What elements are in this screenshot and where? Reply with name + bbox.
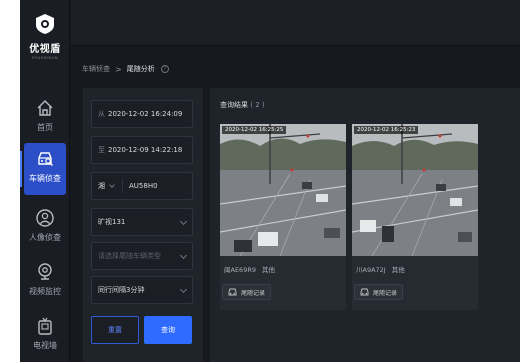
person-search-icon xyxy=(36,209,54,227)
start-time-field[interactable]: 从 2020-12-02 16:24:09 xyxy=(91,100,193,128)
interval-select[interactable]: 同行间隔3分钟 xyxy=(91,276,193,304)
breadcrumb: 车辆侦查 > 尾随分析 ? xyxy=(82,64,169,74)
plate-info: 川A9A72J 其他 xyxy=(356,264,405,274)
app-frame: 优视盾 YOUSHIDUN 首页 车辆侦查 人像侦查 视频监控 电视墙 车辆侦查… xyxy=(20,0,520,362)
traffic-snapshot-image[interactable] xyxy=(352,124,478,256)
plate-number: 闽AE69R9 xyxy=(224,266,256,274)
breadcrumb-separator: > xyxy=(115,64,122,74)
nav-item-person-search[interactable]: 人像侦查 xyxy=(20,202,70,254)
query-button[interactable]: 查询 xyxy=(144,316,192,344)
breadcrumb-current: 尾随分析 xyxy=(126,65,155,73)
plate-info: 闽AE69R9 其他 xyxy=(224,264,275,274)
filter-panel: 从 2020-12-02 16:24:09 至 2020-12-09 14:22… xyxy=(83,88,203,362)
sidebar: 优视盾 YOUSHIDUN 首页 车辆侦查 人像侦查 视频监控 电视墙 xyxy=(20,0,70,362)
chevron-down-icon xyxy=(109,182,115,188)
car-icon xyxy=(360,288,369,296)
results-header: 查询结果 ( 2 ) xyxy=(220,100,265,110)
interval-select-value: 同行间隔3分钟 xyxy=(98,286,145,294)
nav-item-label: 电视墙 xyxy=(33,341,57,350)
nav-item-label: 车辆侦查 xyxy=(29,174,61,183)
results-count: ( 2 ) xyxy=(250,101,265,109)
tailing-record-button[interactable]: 尾随记录 xyxy=(354,284,404,300)
divider xyxy=(122,179,123,193)
reset-button[interactable]: 重置 xyxy=(91,316,139,344)
camera-icon xyxy=(38,263,52,280)
results-title: 查询结果 xyxy=(220,101,248,109)
home-icon xyxy=(37,100,53,116)
end-time-field[interactable]: 至 2020-12-09 14:22:18 xyxy=(91,136,193,164)
tailing-record-label: 尾随记录 xyxy=(241,289,266,297)
chevron-down-icon xyxy=(179,285,188,294)
nav-item-video-monitor[interactable]: 视频监控 xyxy=(20,256,70,308)
app-name: 优视盾 xyxy=(29,44,61,55)
breadcrumb-parent[interactable]: 车辆侦查 xyxy=(82,64,110,74)
plate-field[interactable]: 湘 AU58H0 xyxy=(91,172,193,200)
nav-item-vehicle-search[interactable]: 车辆侦查 xyxy=(20,143,66,195)
traffic-snapshot-image[interactable] xyxy=(220,124,346,256)
camera-select-value: 旷视131 xyxy=(98,218,126,226)
plate-number-value: AU58H0 xyxy=(129,182,158,190)
camera-select[interactable]: 旷视131 xyxy=(91,208,193,236)
shield-logo-icon xyxy=(36,14,54,34)
nav-item-label: 首页 xyxy=(37,123,53,132)
results-panel: 查询结果 ( 2 ) 2020-12-02 16:25:25 闽AE69R9 其… xyxy=(210,88,520,362)
vehicle-type-placeholder: 请选择尾随车辆类型 xyxy=(98,252,161,260)
car-icon xyxy=(228,288,237,296)
end-time-prefix: 至 xyxy=(98,146,105,154)
nav-item-home[interactable]: 首页 xyxy=(20,92,70,144)
start-time-value: 2020-12-02 16:24:09 xyxy=(108,110,183,118)
top-bar xyxy=(71,0,520,46)
tailing-record-button[interactable]: 尾随记录 xyxy=(222,284,272,300)
snapshot-timestamp: 2020-12-02 16:25:25 xyxy=(222,126,287,134)
vehicle-type: 其他 xyxy=(261,266,275,274)
plate-number: 川A9A72J xyxy=(356,266,386,274)
car-search-icon xyxy=(38,152,53,166)
plate-province-select[interactable]: 湘 xyxy=(98,181,122,191)
tailing-record-label: 尾随记录 xyxy=(373,289,398,297)
end-time-value: 2020-12-09 14:22:18 xyxy=(108,146,183,154)
nav-item-label: 视频监控 xyxy=(29,287,61,296)
result-card[interactable]: 2020-12-02 16:25:25 闽AE69R9 其他 尾随记录 xyxy=(220,124,346,310)
chevron-down-icon xyxy=(179,251,188,260)
vehicle-type: 其他 xyxy=(391,266,405,274)
plate-province-value: 湘 xyxy=(98,182,105,190)
start-time-prefix: 从 xyxy=(98,110,105,118)
chevron-down-icon xyxy=(179,217,188,226)
nav-item-tv-wall[interactable]: 电视墙 xyxy=(20,310,70,362)
result-card[interactable]: 2020-12-02 16:25:23 川A9A72J 其他 尾随记录 xyxy=(352,124,478,310)
nav-item-label: 人像侦查 xyxy=(29,233,61,242)
help-icon[interactable]: ? xyxy=(160,65,169,73)
vehicle-type-select[interactable]: 请选择尾随车辆类型 xyxy=(91,242,193,270)
app-subname: YOUSHIDUN xyxy=(31,56,59,60)
snapshot-timestamp: 2020-12-02 16:25:23 xyxy=(354,126,419,134)
logo: 优视盾 YOUSHIDUN xyxy=(20,14,70,60)
tv-icon xyxy=(38,317,52,335)
